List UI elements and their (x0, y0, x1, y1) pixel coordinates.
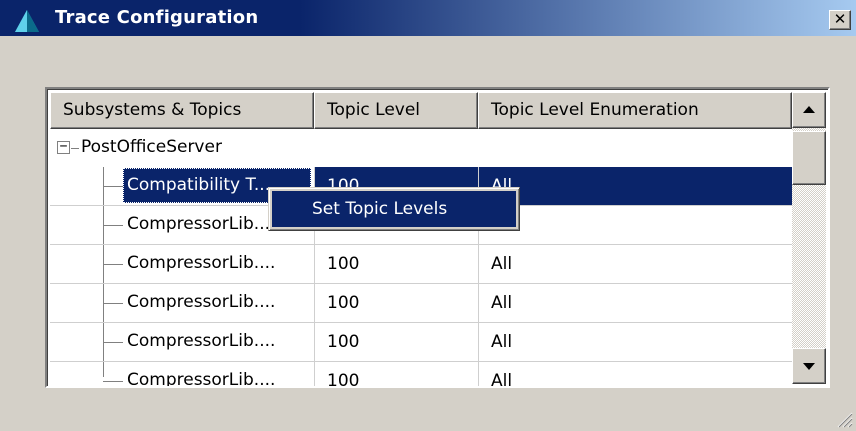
tree-line (103, 381, 123, 382)
topic-enumeration: All (478, 284, 792, 322)
topics-list-view[interactable]: Subsystems & Topics Topic Level Topic Le… (45, 87, 830, 388)
topic-enumeration: All (478, 323, 792, 361)
tree-line (103, 225, 123, 226)
column-header-topic-level[interactable]: Topic Level (314, 92, 478, 129)
column-header-topic-level-enumeration[interactable]: Topic Level Enumeration (478, 92, 792, 129)
trace-configuration-window: Trace Configuration ✕ Subsystems & Topic… (0, 0, 856, 431)
scrollbar-thumb[interactable] (792, 131, 826, 185)
tree-line (103, 186, 123, 187)
arrow-down-icon (803, 363, 815, 370)
menu-item-set-topic-levels[interactable]: Set Topic Levels (272, 191, 516, 227)
column-header-subsystems[interactable]: Subsystems & Topics (50, 92, 314, 129)
tree-line (103, 264, 123, 265)
collapse-toggle[interactable]: − (57, 140, 70, 154)
context-menu: Set Topic Levels (268, 187, 520, 231)
tree-root-label: PostOfficeServer (81, 137, 222, 157)
topic-level: 100 (314, 284, 478, 322)
list-header: Subsystems & Topics Topic Level Topic Le… (50, 92, 792, 129)
topic-enumeration: All (478, 167, 792, 205)
vertical-scrollbar[interactable] (792, 92, 826, 384)
table-row[interactable]: CompressorLib.... 100 All (50, 245, 792, 284)
window-title: Trace Configuration (55, 7, 259, 28)
table-row[interactable]: CompressorLib.... 100 All (50, 284, 792, 323)
title-bar[interactable]: Trace Configuration ✕ (0, 0, 856, 36)
topic-enumeration: All (478, 206, 792, 244)
app-triangle-icon (15, 10, 39, 32)
topic-name: CompressorLib... (127, 214, 270, 234)
topic-enumeration: All (478, 362, 792, 386)
scroll-down-button[interactable] (792, 348, 826, 384)
arrow-up-icon (803, 106, 815, 113)
resize-grip-icon[interactable] (835, 410, 853, 428)
tree-line (103, 303, 123, 304)
topic-name: CompressorLib.... (127, 370, 276, 388)
topic-level: 100 (314, 323, 478, 361)
scroll-up-button[interactable] (792, 92, 826, 128)
tree-line (103, 342, 123, 343)
table-row[interactable]: CompressorLib.... 100 All (50, 323, 792, 362)
topic-level: 100 (314, 245, 478, 283)
topic-name: CompressorLib.... (127, 253, 276, 273)
tree-root-row[interactable]: − PostOfficeServer (50, 129, 792, 167)
topic-name: CompressorLib.... (127, 292, 276, 312)
list-body: − PostOfficeServer Compatibility T... 10… (50, 129, 792, 388)
close-button[interactable]: ✕ (829, 10, 851, 30)
topic-level: 100 (314, 362, 478, 386)
topic-enumeration: All (478, 245, 792, 283)
table-row[interactable]: CompressorLib.... 100 All (50, 362, 792, 388)
topic-name: CompressorLib.... (127, 331, 276, 351)
